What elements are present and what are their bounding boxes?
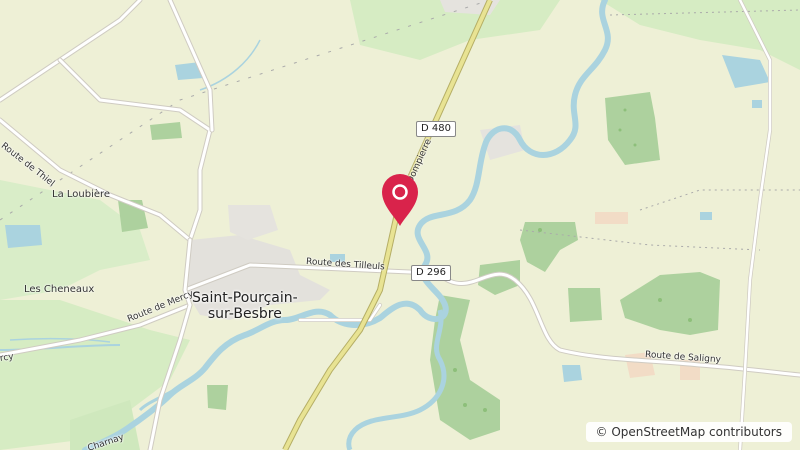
residential-area (595, 212, 628, 224)
lake (700, 212, 712, 220)
road-shield-d480: D 480 (416, 121, 456, 137)
lake (5, 225, 42, 248)
attribution-text[interactable]: © OpenStreetMap contributors (596, 425, 782, 439)
forest-area (568, 288, 602, 322)
town-label: Saint-Pourçain- sur-Besbre (192, 290, 298, 322)
map-canvas[interactable]: Saint-Pourçain- sur-Besbre La Loubière L… (0, 0, 800, 450)
forest-area (150, 122, 182, 140)
lake (752, 100, 762, 108)
hamlet-label: La Loubière (52, 189, 111, 200)
hamlet-label: Les Cheneaux (24, 284, 95, 295)
map-pin-icon[interactable] (376, 172, 424, 228)
lake (562, 365, 582, 382)
attribution-badge[interactable]: © OpenStreetMap contributors (585, 422, 792, 442)
road-shield-d296: D 296 (411, 265, 451, 281)
road-label: rcy (0, 352, 15, 364)
forest-area (207, 385, 228, 410)
